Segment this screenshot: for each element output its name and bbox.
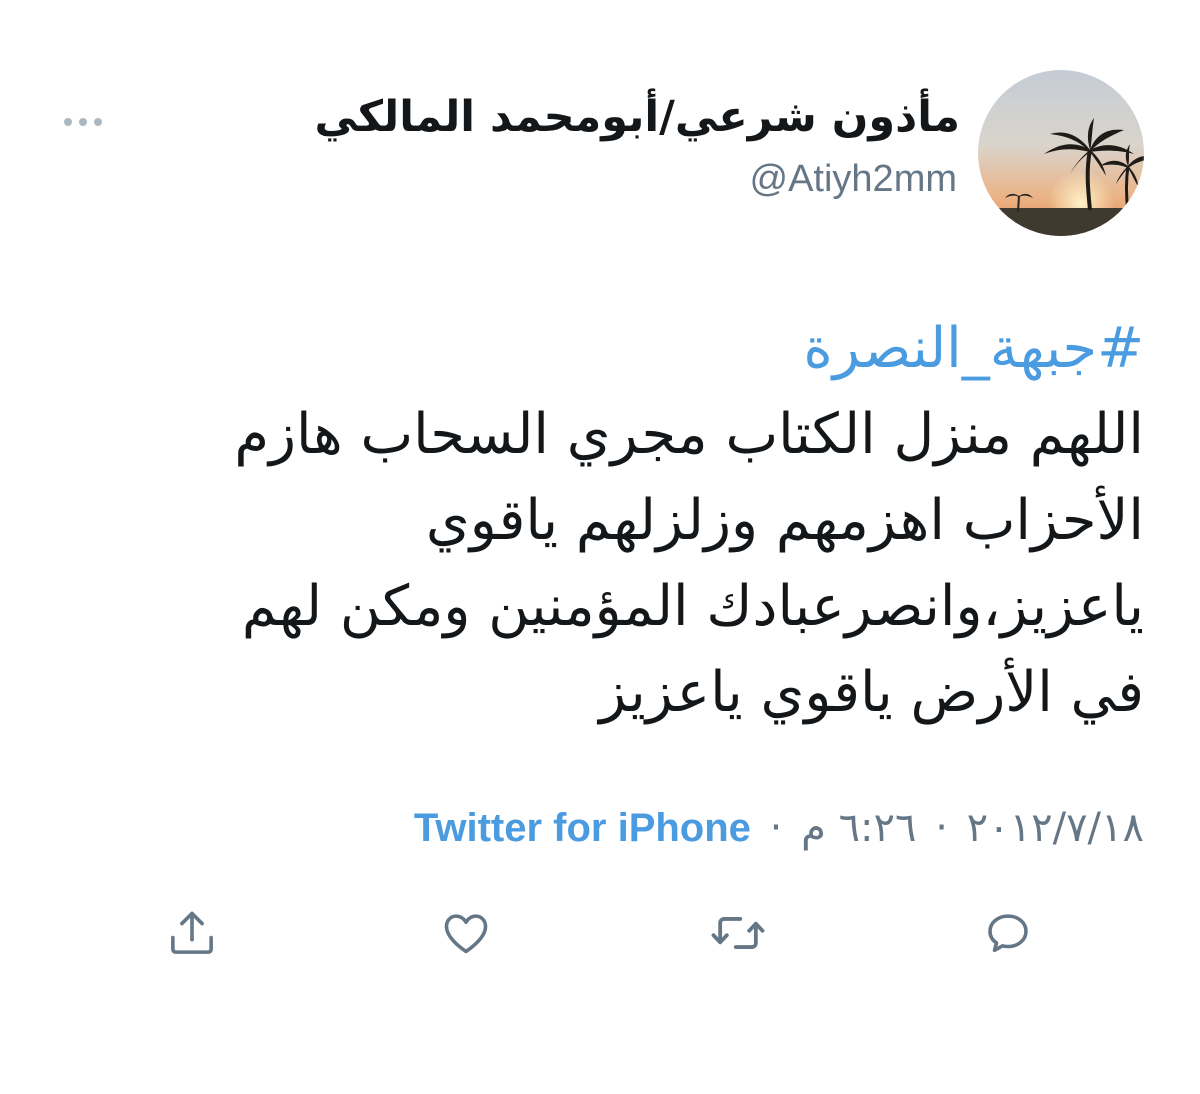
heart-icon [444,914,488,954]
tweet-meta: ٢٠١٢/٧/١٨ · ٦:٢٦ م · Twitter for iPhone [414,800,1144,856]
tweet-text-line: ياعزيز،وانصرعبادك المؤمنين ومكن لهم [241,574,1144,639]
hashtag-link[interactable]: #جبهة_النصرة [44,306,1144,392]
tweet-text-line: في الأرض ياقوي ياعزيز [599,660,1144,725]
tweet-text-line: الأحزاب اهزمهم وزلزلهم ياقوي [425,488,1144,553]
speech-bubble-icon [988,914,1028,953]
avatar[interactable] [978,70,1144,236]
retweet-button[interactable] [708,903,768,963]
tweet-text-line: اللهم منزل الكتاب مجري السحاب هازم [234,402,1144,467]
like-button[interactable] [436,903,496,963]
author-handle[interactable]: @Atiyh2mm [750,160,958,198]
share-icon [171,911,213,954]
more-dot-icon [79,118,87,126]
share-button[interactable] [162,903,222,963]
meta-separator: · [935,805,948,851]
author-display-name[interactable]: مأذون شرعي/أبومحمد المالكي [315,96,960,139]
tweet-text: #جبهة_النصرة اللهم منزل الكتاب مجري السح… [44,306,1144,736]
more-options-button[interactable] [58,104,108,140]
reply-button[interactable] [978,903,1038,963]
retweet-icon [711,917,765,949]
more-dot-icon [64,118,72,126]
meta-separator: · [769,805,783,851]
tweet-time[interactable]: ٦:٢٦ م [801,800,916,856]
tweet-card: مأذون شرعي/أبومحمد المالكي @Atiyh2mm #جب… [0,0,1200,1094]
more-dot-icon [94,118,102,126]
tweet-date[interactable]: ٢٠١٢/٧/١٨ [967,800,1144,856]
palm-sunset-avatar-icon [978,70,1144,236]
tweet-source-link[interactable]: Twitter for iPhone [414,800,751,856]
